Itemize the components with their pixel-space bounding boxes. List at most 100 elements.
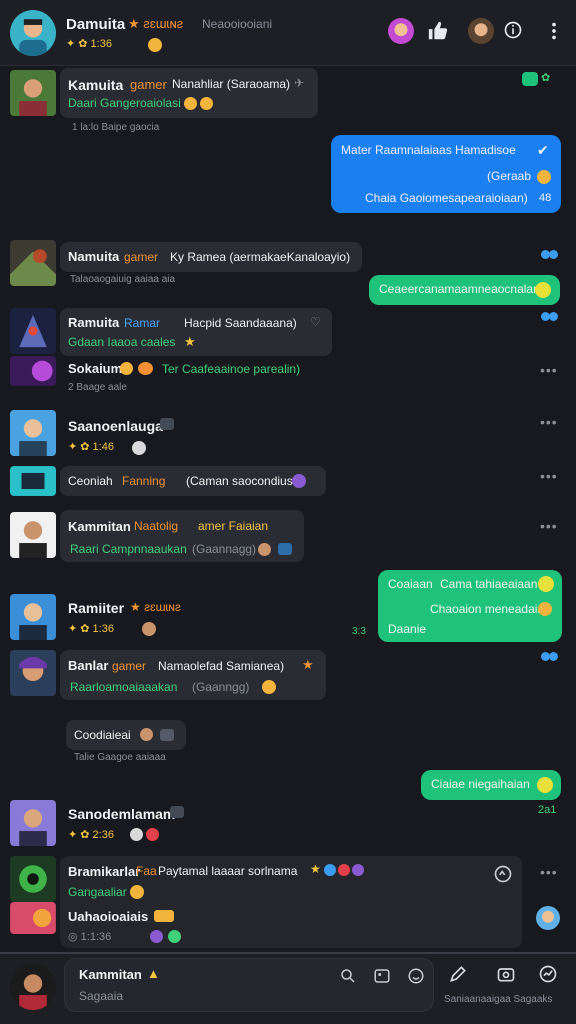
message-subtext-2: (Gaannagg) — [192, 542, 257, 556]
emoji-icon — [535, 282, 551, 298]
header-title: Damuita — [66, 16, 126, 33]
heart-icon[interactable]: ♡ — [310, 315, 321, 330]
message-text: Cama tahiaeaiaan — [440, 577, 538, 591]
header-title-tag: ★ ƨɛɯɩɴƨ — [128, 16, 184, 31]
message-text-rest: (Caman saocondius — [186, 474, 293, 488]
avatar[interactable] — [10, 356, 56, 386]
emoji-icon — [292, 474, 306, 488]
message-time: 2 Baage aale — [68, 382, 127, 393]
composer-placeholder: Sagaaia — [79, 989, 124, 1003]
message-subtext: Daari Gangeroaiolasi — [68, 96, 181, 110]
avatar[interactable] — [10, 70, 56, 116]
message-time: Talaoaogaiuig aaiaa aia — [70, 274, 176, 285]
sender-tag: gamer — [112, 659, 147, 673]
more-options-icon[interactable]: ••• — [540, 864, 558, 880]
sender-tag: Fanning — [122, 474, 166, 488]
emoji-icon — [130, 828, 143, 841]
search-icon[interactable] — [337, 967, 359, 989]
avatar[interactable] — [10, 466, 56, 496]
more-options-icon[interactable]: ••• — [540, 362, 558, 378]
emoji-icon — [138, 362, 153, 375]
badge-icon — [160, 418, 174, 430]
more-vertical-icon[interactable] — [544, 20, 564, 44]
emoji-icon — [538, 602, 552, 616]
message-bubble[interactable]: Kammitan Naatolig amer Faiaian Raari Cam… — [60, 510, 304, 562]
emoji-icon — [120, 362, 133, 375]
emoji-icon — [352, 864, 364, 876]
message-text: Daanie — [388, 622, 427, 636]
chart-icon[interactable] — [536, 964, 560, 988]
emoji-icon — [184, 97, 197, 110]
avatar[interactable] — [10, 650, 56, 696]
reaction-icon[interactable] — [522, 72, 538, 86]
message-bubble[interactable]: Banlar gamer Namaolefad Samianea) ★ Raar… — [60, 650, 326, 700]
status-text: ◎ 1:1:36 — [68, 931, 112, 943]
outgoing-bubble[interactable]: Ceaeercanamaamneaocnalan — [369, 275, 560, 305]
message-bubble[interactable]: Ceoniah Fanning (Caman saocondius — [60, 466, 326, 496]
badge-icon — [154, 910, 174, 922]
emoji-icon — [324, 864, 336, 876]
sender-name: Sanodemlamam — [68, 806, 176, 822]
check-icon: ✔ — [537, 142, 549, 158]
message-text: Chaoaion meneadaian — [430, 602, 551, 616]
pin-icon[interactable]: ✈ — [294, 76, 304, 91]
emoji-icon[interactable] — [405, 967, 427, 989]
more-options-icon[interactable]: ••• — [540, 518, 558, 534]
emoji-icon — [142, 622, 156, 636]
message-time: 2a1 — [538, 804, 557, 816]
badge-icon — [170, 806, 184, 818]
info-icon[interactable] — [502, 20, 524, 42]
header-avatar[interactable] — [10, 10, 56, 56]
emoji-icon — [278, 543, 292, 555]
chat-header: Damuita ★ ƨɛɯɩɴƨ Neaooiooiani ✦ ✿ 1:36 — [0, 0, 576, 66]
participant-avatar[interactable] — [388, 18, 414, 44]
sender-tag: Ramar — [124, 316, 161, 330]
participant-avatar-2[interactable] — [468, 18, 494, 44]
emoji-icon — [200, 97, 213, 110]
emoji-icon — [160, 729, 174, 741]
more-options-icon[interactable]: ••• — [540, 414, 558, 430]
outgoing-bubble[interactable]: Ciaiae niegaihaian — [421, 770, 561, 800]
reader-avatar[interactable] — [536, 906, 560, 930]
emoji-icon — [130, 885, 144, 899]
message-bubble[interactable]: Ramuita Ramar Hacpid Saandaaana) ♡ Gdaan… — [60, 308, 332, 356]
message-bubble[interactable]: Kamuita gamer Nanahliar (Saraoama) Daari… — [60, 68, 318, 118]
pen-icon[interactable] — [446, 964, 470, 988]
avatar[interactable] — [10, 594, 56, 640]
reaction-count: ✿ — [541, 72, 551, 84]
message-bubble[interactable]: Bramikarlar Faa Paytamal laaaar sorlnama… — [60, 856, 522, 948]
message-text: Nanahliar (Saraoama) — [172, 77, 291, 91]
sender-name: Saanoenlauga — [68, 418, 163, 434]
thumbs-up-icon[interactable] — [426, 20, 450, 44]
composer-hint: Saniaanaaigaa Sagaaks — [444, 994, 553, 1005]
emoji-icon — [146, 828, 159, 841]
my-avatar[interactable] — [10, 964, 56, 1010]
seen-indicator-icon — [541, 652, 559, 662]
avatar[interactable] — [10, 240, 56, 286]
emoji-icon — [132, 441, 146, 455]
emoji-icon — [262, 680, 276, 694]
warning-icon: ▲ — [147, 966, 160, 981]
camera-icon[interactable] — [494, 964, 518, 988]
status-text: ✦ ✿ 2:36 — [68, 829, 114, 841]
check-circle-icon — [537, 777, 553, 793]
more-options-icon[interactable]: ••• — [540, 468, 558, 484]
avatar[interactable] — [10, 856, 56, 902]
sender-name: Banlar — [68, 658, 109, 673]
sender-tag: Naatolig — [134, 519, 179, 533]
outgoing-bubble[interactable]: Coaiaan Cama tahiaeaiaan Chaoaion menead… — [378, 570, 562, 642]
message-subtext: Gangaaliar — [68, 885, 127, 899]
avatar[interactable] — [10, 902, 56, 934]
image-icon[interactable] — [371, 967, 393, 989]
sender-name: Bramikarlar — [68, 864, 141, 879]
avatar[interactable] — [10, 410, 56, 456]
avatar[interactable] — [10, 512, 56, 558]
reply-icon[interactable] — [492, 864, 514, 886]
outgoing-bubble[interactable]: Mater Raamnalaiaas Hamadisoe ✔ (Geraab C… — [331, 135, 561, 213]
avatar[interactable] — [10, 308, 56, 354]
message-bubble[interactable]: Namuita gamer Ky Ramea (aermakaeKanaloay… — [60, 242, 362, 272]
message-input[interactable]: Kammitan ▲ Sagaaia — [64, 958, 434, 1012]
avatar[interactable] — [10, 800, 56, 846]
emoji-icon — [258, 543, 271, 556]
message-bubble[interactable]: Coodiaieai — [66, 720, 186, 750]
